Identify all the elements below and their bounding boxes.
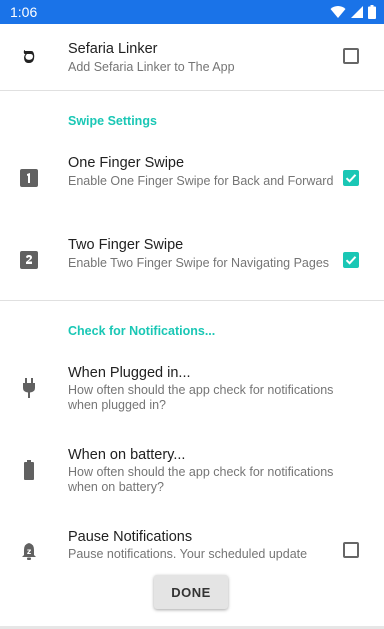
- two-finger-swipe-checkbox[interactable]: [343, 252, 359, 268]
- divider: [0, 90, 384, 91]
- divider: [0, 300, 384, 301]
- number-two-icon: [17, 248, 41, 272]
- svg-text:z: z: [27, 547, 31, 556]
- done-button[interactable]: DONE: [154, 575, 228, 609]
- swipe-settings-header: Swipe Settings: [68, 114, 157, 128]
- one-finger-swipe-setting[interactable]: One Finger Swipe Enable One Finger Swipe…: [0, 144, 384, 216]
- pause-notifications-setting[interactable]: z Pause Notifications Pause notification…: [0, 516, 384, 566]
- checkmark-icon: [345, 256, 357, 265]
- when-plugged-in-title: When Plugged in...: [68, 365, 191, 381]
- sefaria-linker-title: Sefaria Linker: [68, 41, 158, 57]
- signal-icon: [351, 6, 363, 18]
- one-finger-swipe-summary: Enable One Finger Swipe for Back and For…: [68, 174, 334, 188]
- wifi-icon: [330, 6, 346, 19]
- two-finger-swipe-setting[interactable]: Two Finger Swipe Enable Two Finger Swipe…: [0, 226, 384, 298]
- status-icons: [330, 5, 376, 19]
- pause-notifications-checkbox[interactable]: [343, 542, 359, 558]
- battery-icon: [368, 5, 376, 19]
- when-plugged-in-summary: How often should the app check for notif…: [68, 383, 334, 412]
- hebrew-letter-glyph: ס: [22, 43, 36, 69]
- pause-notifications-title: Pause Notifications: [68, 529, 193, 545]
- when-on-battery-summary: How often should the app check for notif…: [68, 465, 334, 494]
- when-plugged-in-setting[interactable]: When Plugged in... How often should the …: [0, 352, 384, 426]
- sefaria-linker-summary: Add Sefaria Linker to The App: [68, 60, 235, 74]
- two-finger-swipe-title: Two Finger Swipe: [68, 237, 184, 253]
- sefaria-linker-setting[interactable]: ס Sefaria Linker Add Sefaria Linker to T…: [0, 24, 384, 90]
- when-on-battery-setting[interactable]: When on battery... How often should the …: [0, 434, 384, 508]
- power-plug-icon: [17, 376, 41, 400]
- notifications-header: Check for Notifications...: [68, 324, 216, 338]
- status-bar: 1:06: [0, 0, 384, 24]
- sefaria-linker-checkbox[interactable]: [343, 48, 359, 64]
- notifications-paused-icon: z: [17, 539, 41, 563]
- one-finger-swipe-title: One Finger Swipe: [68, 155, 185, 171]
- pause-notifications-summary: Pause notifications. Your scheduled upda…: [68, 547, 308, 561]
- checkmark-icon: [345, 174, 357, 183]
- two-finger-swipe-summary: Enable Two Finger Swipe for Navigating P…: [68, 256, 330, 270]
- when-on-battery-title: When on battery...: [68, 447, 186, 463]
- hebrew-letter-icon: ס: [17, 43, 41, 69]
- battery-icon: [17, 458, 41, 482]
- status-time: 1:06: [10, 4, 38, 20]
- one-finger-swipe-checkbox[interactable]: [343, 170, 359, 186]
- number-one-icon: [17, 166, 41, 190]
